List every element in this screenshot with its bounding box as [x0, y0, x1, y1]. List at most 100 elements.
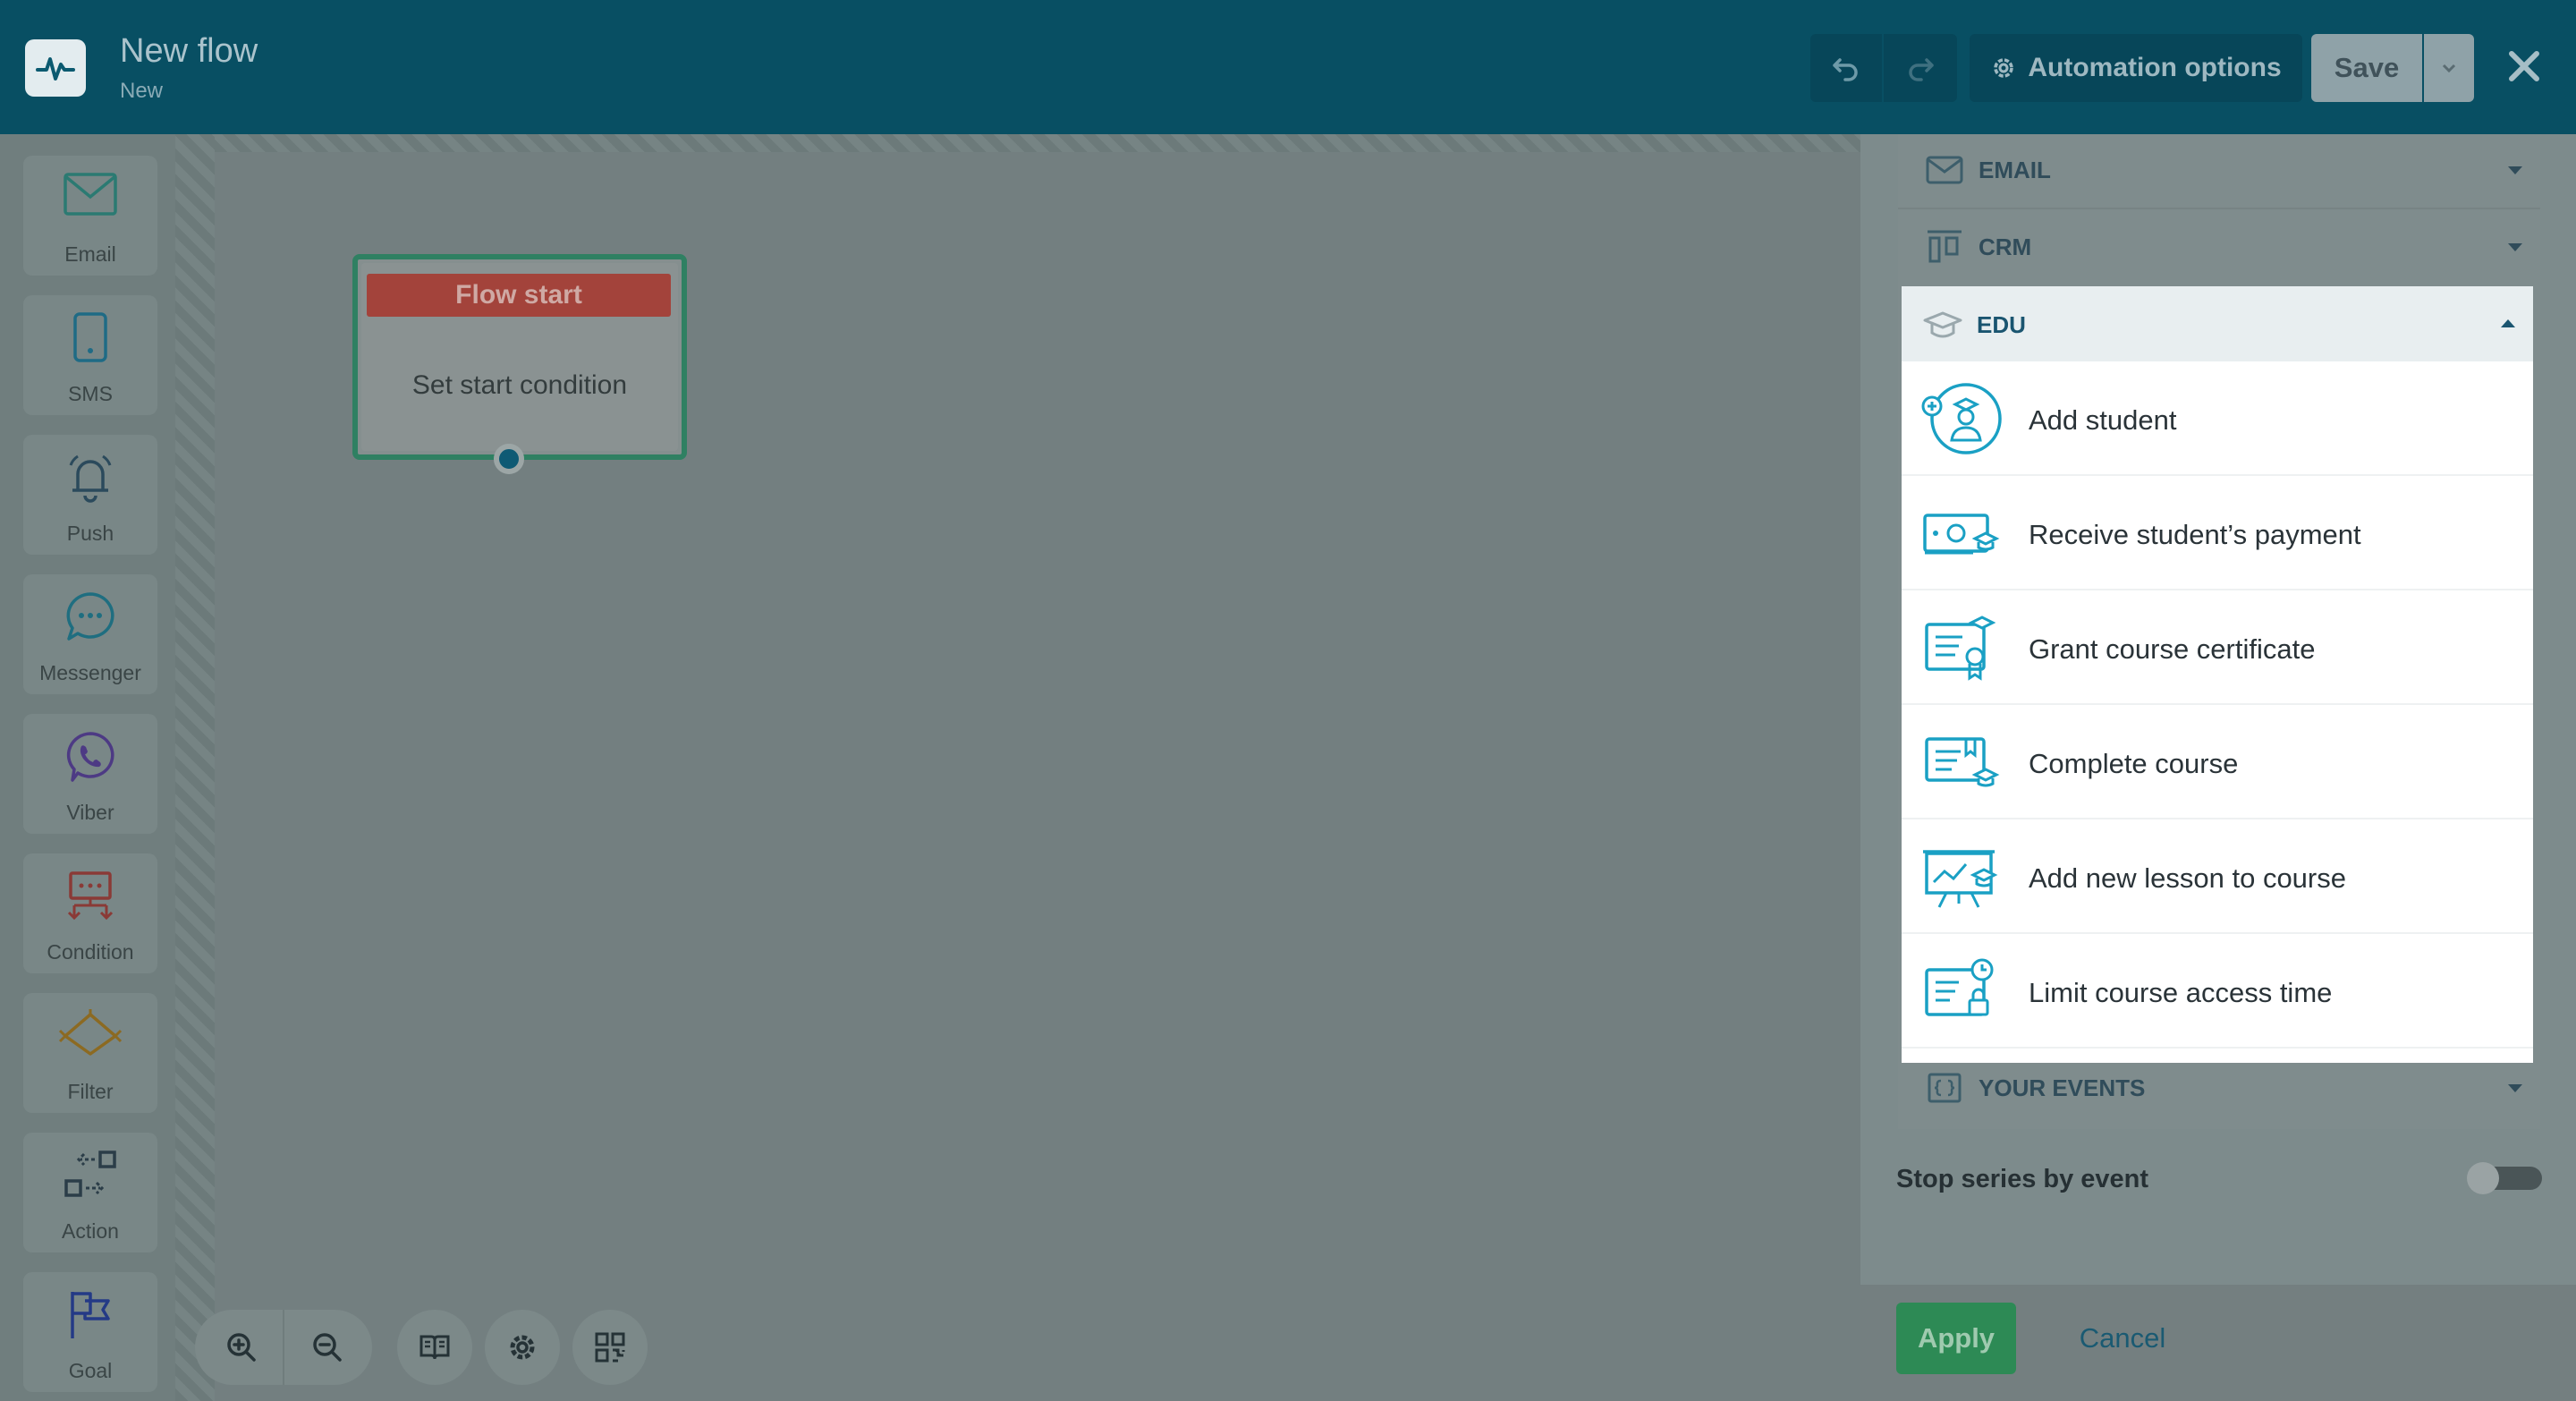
toolbar-item-label: Condition	[47, 940, 134, 964]
caret-down-icon	[2508, 243, 2522, 251]
edu-item-label: Add new lesson to course	[2029, 862, 2346, 894]
crm-columns-icon	[1928, 230, 1962, 263]
chevron-down-icon	[2442, 64, 2456, 73]
toolbar-item-label: Action	[62, 1219, 119, 1243]
zoom-out-icon	[313, 1333, 342, 1362]
edu-item-label: Grant course certificate	[2029, 633, 2316, 665]
settings-button[interactable]	[485, 1310, 560, 1385]
bell-icon	[69, 454, 112, 503]
viber-icon	[66, 732, 114, 782]
edu-item-complete-course[interactable]: Complete course	[1902, 705, 2533, 819]
chat-bubble-icon	[66, 592, 114, 641]
flow-start-node-body: Flow start Set start condition	[361, 263, 678, 451]
pulse-icon	[36, 57, 75, 81]
section-label: EDU	[1977, 311, 2026, 338]
toolbar-item-label: Viber	[66, 801, 114, 824]
save-dropdown-button[interactable]	[2424, 34, 2474, 102]
cancel-button[interactable]: Cancel	[2064, 1303, 2181, 1374]
edu-item-receive-payment[interactable]: Receive student’s payment	[1902, 476, 2533, 590]
complete-course-icon	[1925, 737, 2000, 787]
flow-status: New	[120, 79, 164, 103]
zoom-in-button[interactable]	[204, 1310, 279, 1385]
top-header: New flow New Automation options Save	[0, 0, 2576, 134]
toolbar-item-label: Filter	[67, 1080, 114, 1103]
redo-icon	[1909, 58, 1934, 81]
flow-title[interactable]: New flow	[120, 32, 258, 71]
flow-start-title: Flow start	[367, 274, 671, 317]
toolbar-item-action[interactable]: Action	[23, 1133, 157, 1252]
edu-item-grant-certificate[interactable]: Grant course certificate	[1902, 590, 2533, 705]
zoom-out-button[interactable]	[290, 1310, 365, 1385]
automation-options-label: Automation options	[2028, 53, 2282, 82]
close-icon	[2509, 51, 2539, 81]
toolbar-item-viber[interactable]: Viber	[23, 714, 157, 834]
phone-icon	[73, 312, 107, 362]
toolbar-item-label: Goal	[68, 1359, 113, 1382]
toolbar-item-sms[interactable]: SMS	[23, 295, 157, 415]
toolbar-item-messenger[interactable]: Messenger	[23, 574, 157, 694]
edu-item-limit-access[interactable]: Limit course access time	[1902, 934, 2533, 1049]
edu-item-label: Add student	[2029, 404, 2177, 436]
zoom-in-icon	[227, 1333, 256, 1362]
edu-item-add-student[interactable]: Add student	[1902, 361, 2533, 476]
undo-icon	[1833, 58, 1858, 81]
apply-button[interactable]: Apply	[1896, 1303, 2016, 1374]
toolbar-item-push[interactable]: Push	[23, 435, 157, 555]
condition-icon	[67, 871, 114, 921]
caret-down-icon	[2508, 1084, 2522, 1092]
toolbar-item-label: Email	[64, 242, 116, 266]
toolbar-item-email[interactable]: Email	[23, 156, 157, 276]
edu-item-label: Limit course access time	[2029, 977, 2333, 1008]
grid-qr-icon	[595, 1332, 625, 1363]
section-your-events[interactable]: YOUR EVENTS	[1898, 1050, 2540, 1125]
edu-item-add-lesson[interactable]: Add new lesson to course	[1902, 819, 2533, 934]
docs-button[interactable]	[397, 1310, 472, 1385]
toolbar-item-filter[interactable]: Filter	[23, 993, 157, 1113]
student-payment-icon	[1923, 514, 2000, 555]
redo-button[interactable]	[1884, 34, 1957, 102]
zoom-controls	[195, 1310, 372, 1385]
caret-down-icon	[2508, 166, 2522, 174]
undo-button[interactable]	[1810, 34, 1882, 102]
toolbar-item-label: Messenger	[39, 661, 141, 684]
automation-options-button[interactable]: Automation options	[1970, 34, 2302, 102]
save-button[interactable]: Save	[2311, 34, 2422, 102]
envelope-icon	[1926, 156, 1963, 184]
section-edu[interactable]: EDU	[1902, 286, 2533, 361]
close-button[interactable]	[2496, 30, 2553, 102]
toolbar-item-goal[interactable]: Goal	[23, 1272, 157, 1392]
envelope-icon	[64, 173, 117, 216]
section-crm[interactable]: CRM	[1898, 209, 2540, 284]
section-email[interactable]: EMAIL	[1898, 132, 2540, 208]
node-output-port[interactable]	[494, 444, 524, 474]
toolbar-item-label: SMS	[68, 382, 113, 405]
toggle-knob	[2467, 1162, 2499, 1194]
flow-start-node[interactable]: Flow start Set start condition	[352, 254, 687, 460]
edu-item-label: Complete course	[2029, 748, 2239, 779]
section-label: YOUR EVENTS	[1979, 1074, 2146, 1101]
section-label: EMAIL	[1979, 156, 2051, 183]
stop-series-label: Stop series by event	[1896, 1165, 2149, 1193]
open-book-icon	[419, 1335, 450, 1360]
gear-icon	[1994, 58, 2014, 78]
section-label: CRM	[1979, 233, 2032, 260]
app-logo[interactable]	[25, 39, 86, 97]
zoom-divider	[283, 1310, 284, 1385]
toolbar-item-condition[interactable]: Condition	[23, 853, 157, 973]
flag-icon	[71, 1292, 110, 1338]
canvas-edge	[175, 134, 215, 1401]
edu-item-label: Receive student’s payment	[2029, 519, 2361, 550]
action-icon	[64, 1151, 116, 1197]
gear-icon	[510, 1335, 535, 1360]
flow-editor: New flow New Automation options Save Ema…	[0, 0, 2576, 1401]
lesson-board-icon	[1923, 850, 1998, 908]
element-toolbar: Email SMS Push Messenger Viber Condition…	[0, 134, 175, 1401]
stop-series-toggle[interactable]	[2467, 1162, 2542, 1194]
filter-icon	[58, 1009, 123, 1056]
flow-start-condition[interactable]: Set start condition	[361, 370, 678, 401]
canvas-edge-top	[215, 134, 1860, 152]
code-braces-icon	[1928, 1073, 1962, 1103]
access-time-lock-icon	[1925, 958, 1994, 1016]
minimap-button[interactable]	[572, 1310, 648, 1385]
certificate-icon	[1925, 616, 1996, 681]
